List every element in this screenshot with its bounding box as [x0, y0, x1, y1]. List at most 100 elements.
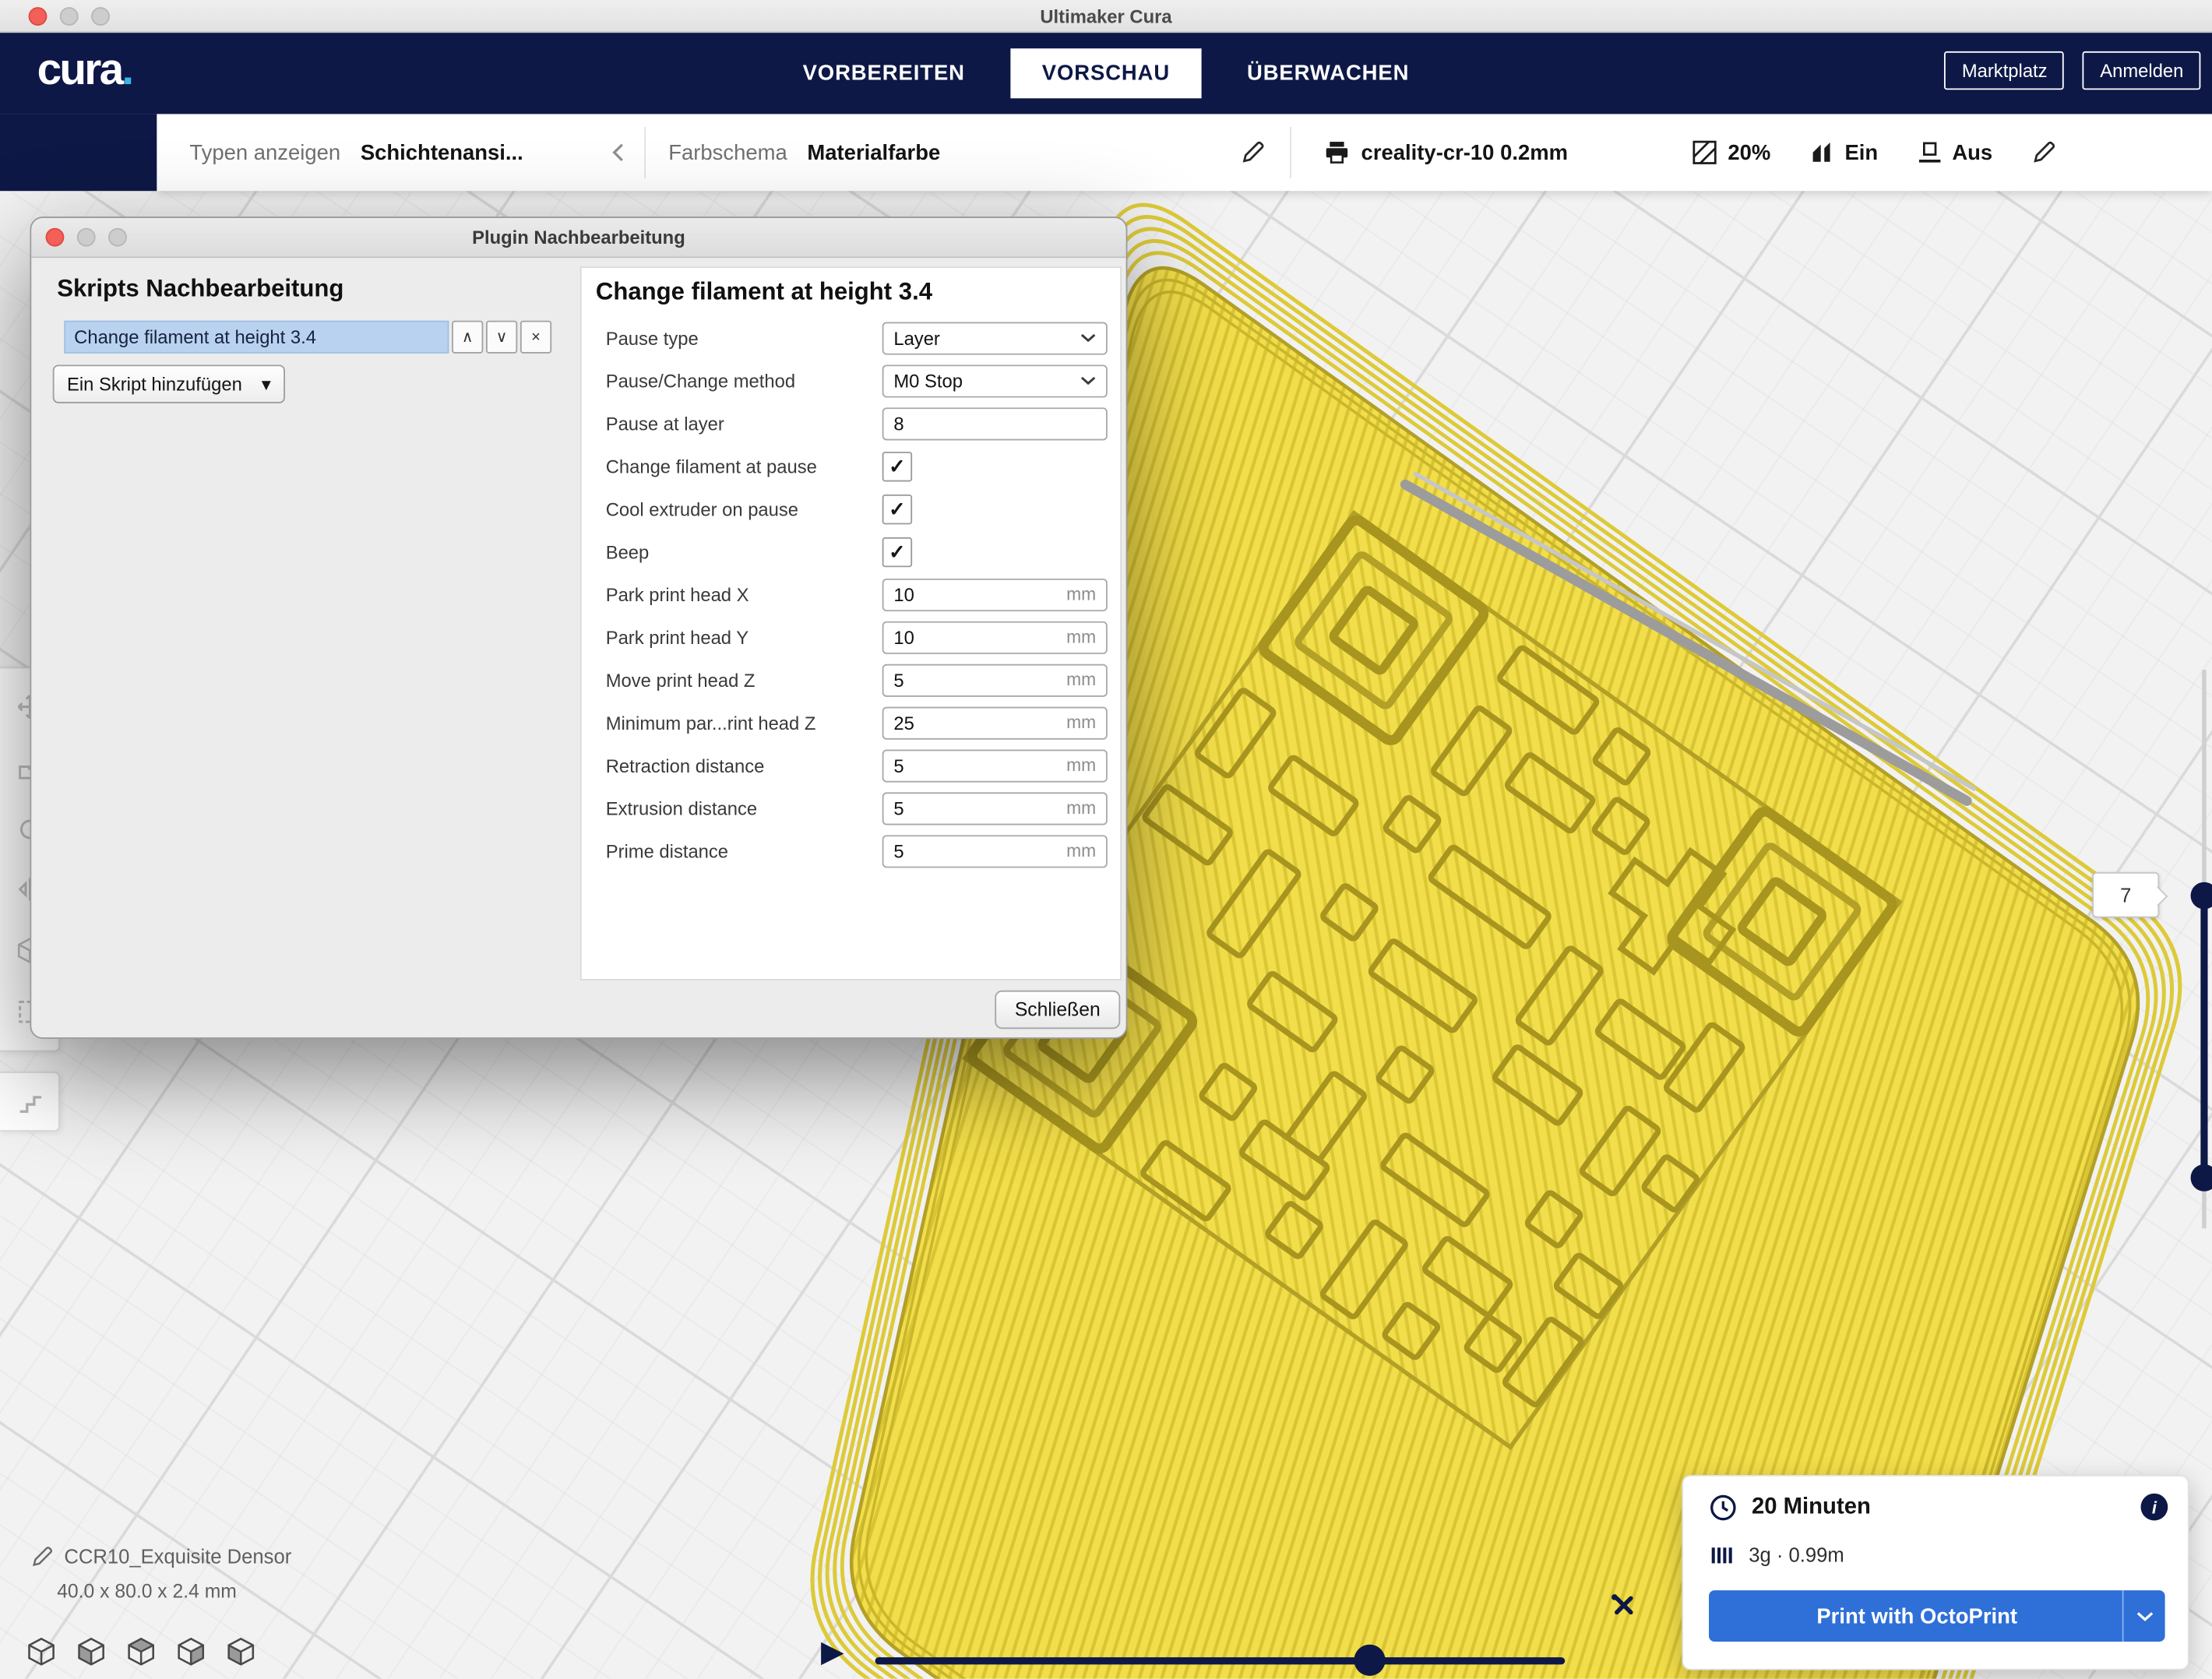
- edit-print-settings-button[interactable]: [2032, 141, 2055, 164]
- view-left-icon[interactable]: [175, 1636, 206, 1667]
- input-value: 5: [893, 669, 903, 690]
- field-label: Cool extruder on pause: [606, 498, 798, 519]
- pause-method-select[interactable]: M0 Stop: [882, 364, 1108, 397]
- app-window: 7 ▶ CCR10_Exquisite Densor 40.0 x 80.0 x…: [0, 0, 2212, 1679]
- caret-down-icon: ∨: [496, 328, 508, 347]
- stage-tabs: VORBEREITEN VORSCHAU ÜBERWACHEN: [0, 33, 2212, 114]
- play-button[interactable]: ▶: [821, 1638, 844, 1667]
- pause-at-layer-input[interactable]: 8: [882, 407, 1108, 439]
- cool-extruder-checkbox[interactable]: ✓: [882, 494, 912, 523]
- object-list-panel[interactable]: [0, 1072, 60, 1132]
- adjust-tools-button[interactable]: [1608, 1590, 1639, 1628]
- tab-ueberwachen[interactable]: ÜBERWACHEN: [1216, 48, 1441, 98]
- dialog-window-controls: [46, 228, 127, 247]
- checkmark-icon: ✓: [889, 498, 905, 519]
- script-list-item-selected[interactable]: Change filament at height 3.4: [64, 321, 449, 354]
- current-layer-indicator[interactable]: 7: [2092, 872, 2159, 918]
- field-label: Beep: [606, 540, 650, 561]
- field-row: Park print head X 10 mm: [594, 573, 1108, 616]
- field-label: Retraction distance: [606, 755, 765, 776]
- field-label: Change filament at pause: [606, 456, 817, 477]
- color-scheme-label: Farbschema: [668, 140, 787, 164]
- dialog-close-button[interactable]: [46, 228, 65, 247]
- view-top-icon[interactable]: [125, 1636, 157, 1667]
- input-value: 10: [893, 626, 914, 647]
- move-head-z-input[interactable]: 5 mm: [882, 664, 1108, 696]
- signin-button[interactable]: Anmelden: [2083, 51, 2200, 90]
- edit-color-scheme-button[interactable]: [1242, 141, 1264, 164]
- support-setting[interactable]: Ein: [1809, 139, 1878, 165]
- stage-toolbar: Typen anzeigen Schichtenansi... Farbsche…: [157, 114, 2212, 191]
- dialog-zoom-button[interactable]: [108, 228, 127, 247]
- script-settings-fields: Pause type Layer Pause/Change method M0 …: [594, 316, 1108, 872]
- model-info: CCR10_Exquisite Densor 40.0 x 80.0 x 2.4…: [31, 1545, 291, 1602]
- move-script-up-button[interactable]: ∧: [452, 321, 483, 354]
- field-label: Pause at layer: [606, 413, 724, 434]
- pencil-icon: [2032, 141, 2055, 164]
- field-row: Change filament at pause ✓: [594, 445, 1108, 488]
- support-value: Ein: [1844, 140, 1878, 164]
- scripts-heading: Skripts Nachbearbeitung: [57, 275, 343, 304]
- dialog-body: Skripts Nachbearbeitung Change filament …: [31, 258, 1125, 1037]
- remove-script-button[interactable]: ×: [520, 321, 551, 354]
- adhesion-setting[interactable]: Aus: [1917, 139, 1993, 165]
- model-dimensions: 40.0 x 80.0 x 2.4 mm: [57, 1580, 291, 1601]
- chevron-down-icon: [1080, 376, 1096, 385]
- extrusion-distance-input[interactable]: 5 mm: [882, 792, 1108, 825]
- park-head-x-input[interactable]: 10 mm: [882, 578, 1108, 611]
- retraction-distance-input[interactable]: 5 mm: [882, 749, 1108, 782]
- info-button[interactable]: i: [2141, 1494, 2168, 1521]
- prime-distance-input[interactable]: 5 mm: [882, 834, 1108, 867]
- change-filament-checkbox[interactable]: ✓: [882, 451, 912, 480]
- view-type-label: Typen anzeigen: [189, 140, 340, 164]
- move-script-down-button[interactable]: ∨: [486, 321, 517, 354]
- layer-slider-bottom-handle[interactable]: [2191, 1164, 2212, 1191]
- input-value: 25: [893, 712, 914, 733]
- layer-slider-top-handle[interactable]: [2191, 882, 2212, 910]
- logo-block: [0, 114, 157, 191]
- infill-setting[interactable]: 20%: [1692, 139, 1771, 165]
- add-script-dropdown[interactable]: Ein Skript hinzufügen ▾: [53, 364, 285, 403]
- field-label: Park print head X: [606, 583, 749, 604]
- infill-value: 20%: [1728, 140, 1770, 164]
- print-options-dropdown[interactable]: [2122, 1590, 2165, 1642]
- field-row: Retraction distance 5 mm: [594, 744, 1108, 787]
- beep-checkbox[interactable]: ✓: [882, 537, 912, 566]
- field-row: Park print head Y 10 mm: [594, 616, 1108, 659]
- view-type-value: Schichtenansi...: [361, 140, 523, 164]
- view-3d-icon[interactable]: [26, 1636, 57, 1667]
- path-slider-track[interactable]: [875, 1657, 1566, 1664]
- view-type-selector[interactable]: Typen anzeigen Schichtenansi...: [157, 114, 644, 191]
- close-window-button[interactable]: [29, 7, 48, 26]
- rename-pencil-icon[interactable]: [31, 1546, 52, 1567]
- field-row: Extrusion distance 5 mm: [594, 787, 1108, 829]
- dialog-minimize-button[interactable]: [77, 228, 96, 247]
- marketplace-button[interactable]: Marktplatz: [1945, 51, 2065, 90]
- tab-vorschau[interactable]: VORSCHAU: [1010, 48, 1201, 98]
- color-scheme-value: Materialfarbe: [807, 140, 940, 164]
- dialog-title: Plugin Nachbearbeitung: [472, 227, 685, 248]
- field-row: Pause type Layer: [594, 316, 1108, 359]
- input-unit: mm: [1066, 841, 1096, 861]
- minimum-park-head-z-input[interactable]: 25 mm: [882, 706, 1108, 739]
- view-front-icon[interactable]: [76, 1636, 107, 1667]
- print-settings-summary[interactable]: creality-cr-10 0.2mm 20% Ein Aus: [1291, 114, 2212, 191]
- path-slider-handle[interactable]: [1354, 1645, 1385, 1676]
- dialog-close-action-button[interactable]: Schließen: [995, 991, 1120, 1029]
- zoom-window-button[interactable]: [91, 7, 110, 26]
- infill-icon: [1692, 139, 1718, 165]
- layer-slider-range[interactable]: [2200, 895, 2207, 1177]
- color-scheme-selector[interactable]: Farbschema Materialfarbe: [646, 114, 1290, 191]
- tab-vorbereiten[interactable]: VORBEREITEN: [771, 48, 996, 98]
- chevron-left-icon[interactable]: [611, 143, 624, 163]
- dialog-titlebar: Plugin Nachbearbeitung: [31, 218, 1125, 258]
- minimize-window-button[interactable]: [60, 7, 79, 26]
- camera-view-buttons: [26, 1636, 256, 1667]
- field-label: Move print head Z: [606, 669, 756, 690]
- park-head-y-input[interactable]: 10 mm: [882, 621, 1108, 653]
- field-row: Cool extruder on pause ✓: [594, 488, 1108, 530]
- print-with-octoprint-button[interactable]: Print with OctoPrint: [1709, 1590, 2165, 1642]
- input-value: 5: [893, 840, 903, 861]
- pause-type-select[interactable]: Layer: [882, 322, 1108, 354]
- view-right-icon[interactable]: [225, 1636, 256, 1667]
